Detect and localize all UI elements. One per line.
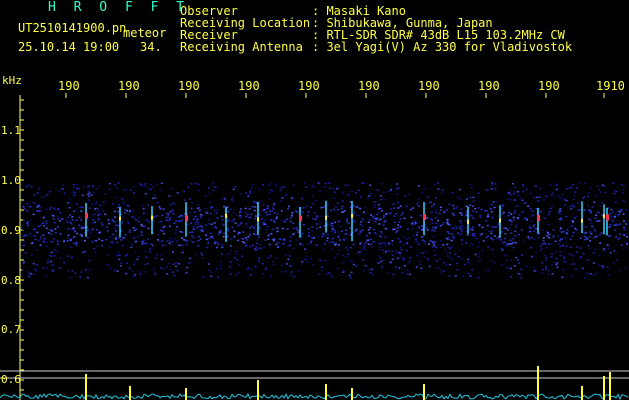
time-tick-label: 190: [418, 79, 440, 93]
meteor-echo-core: [606, 214, 609, 221]
freq-tick-label: 1.1: [1, 124, 21, 137]
meteor-echo-core: [85, 212, 88, 219]
meteor-echo-core: [325, 215, 327, 220]
time-tick-label: 190: [238, 79, 260, 93]
meteor-echo-core: [467, 219, 469, 224]
freq-tick-label: 0.6: [1, 373, 21, 386]
time-tick-label: 1910: [596, 79, 625, 93]
filename-label: UT2510141900.pn: [18, 21, 127, 35]
freq-tick-label: 0.8: [1, 274, 21, 287]
mode-label: meteor: [123, 26, 167, 40]
signal-level-trace: [0, 392, 629, 400]
meteor-echo-core: [185, 215, 188, 222]
time-tick-label: 190: [358, 79, 380, 93]
meteor-echo-core: [581, 218, 583, 223]
antenna-label: Receiving Antenna: [180, 40, 303, 54]
freq-tick-label: 0.9: [1, 224, 21, 237]
antenna-value: : 3el Yagi(V) Az 330 for Vladivostok: [312, 40, 573, 54]
spectrogram-canvas: [0, 93, 629, 400]
freq-tick-label: 0.7: [1, 323, 21, 336]
freq-tick-label: 1.0: [1, 174, 21, 187]
time-tick-label: 190: [58, 79, 80, 93]
meteor-echo-core: [257, 217, 259, 222]
meteor-echo-core: [225, 213, 227, 218]
meteor-echo-core: [603, 214, 605, 219]
datetime-label: 25.10.14 19:00: [18, 40, 120, 54]
time-tick-label: 190: [478, 79, 500, 93]
unit-label: kHz: [2, 74, 22, 87]
time-tick-label: 190: [178, 79, 200, 93]
count-label: 34.: [140, 40, 162, 54]
time-tick-label: 190: [538, 79, 560, 93]
meteor-echo-core: [351, 213, 353, 218]
meteor-echo-core: [299, 215, 302, 222]
time-tick-label: 190: [118, 79, 140, 93]
time-tick-label: 190: [298, 79, 320, 93]
meteor-echo-core: [423, 214, 426, 221]
brand-label: H R O F F T: [48, 0, 190, 15]
meteor-echo-core: [537, 215, 540, 222]
noise-band: [22, 182, 628, 279]
meteor-echo-core: [119, 216, 121, 221]
meteor-echo-core: [499, 218, 501, 223]
meteor-echo-core: [151, 215, 153, 220]
